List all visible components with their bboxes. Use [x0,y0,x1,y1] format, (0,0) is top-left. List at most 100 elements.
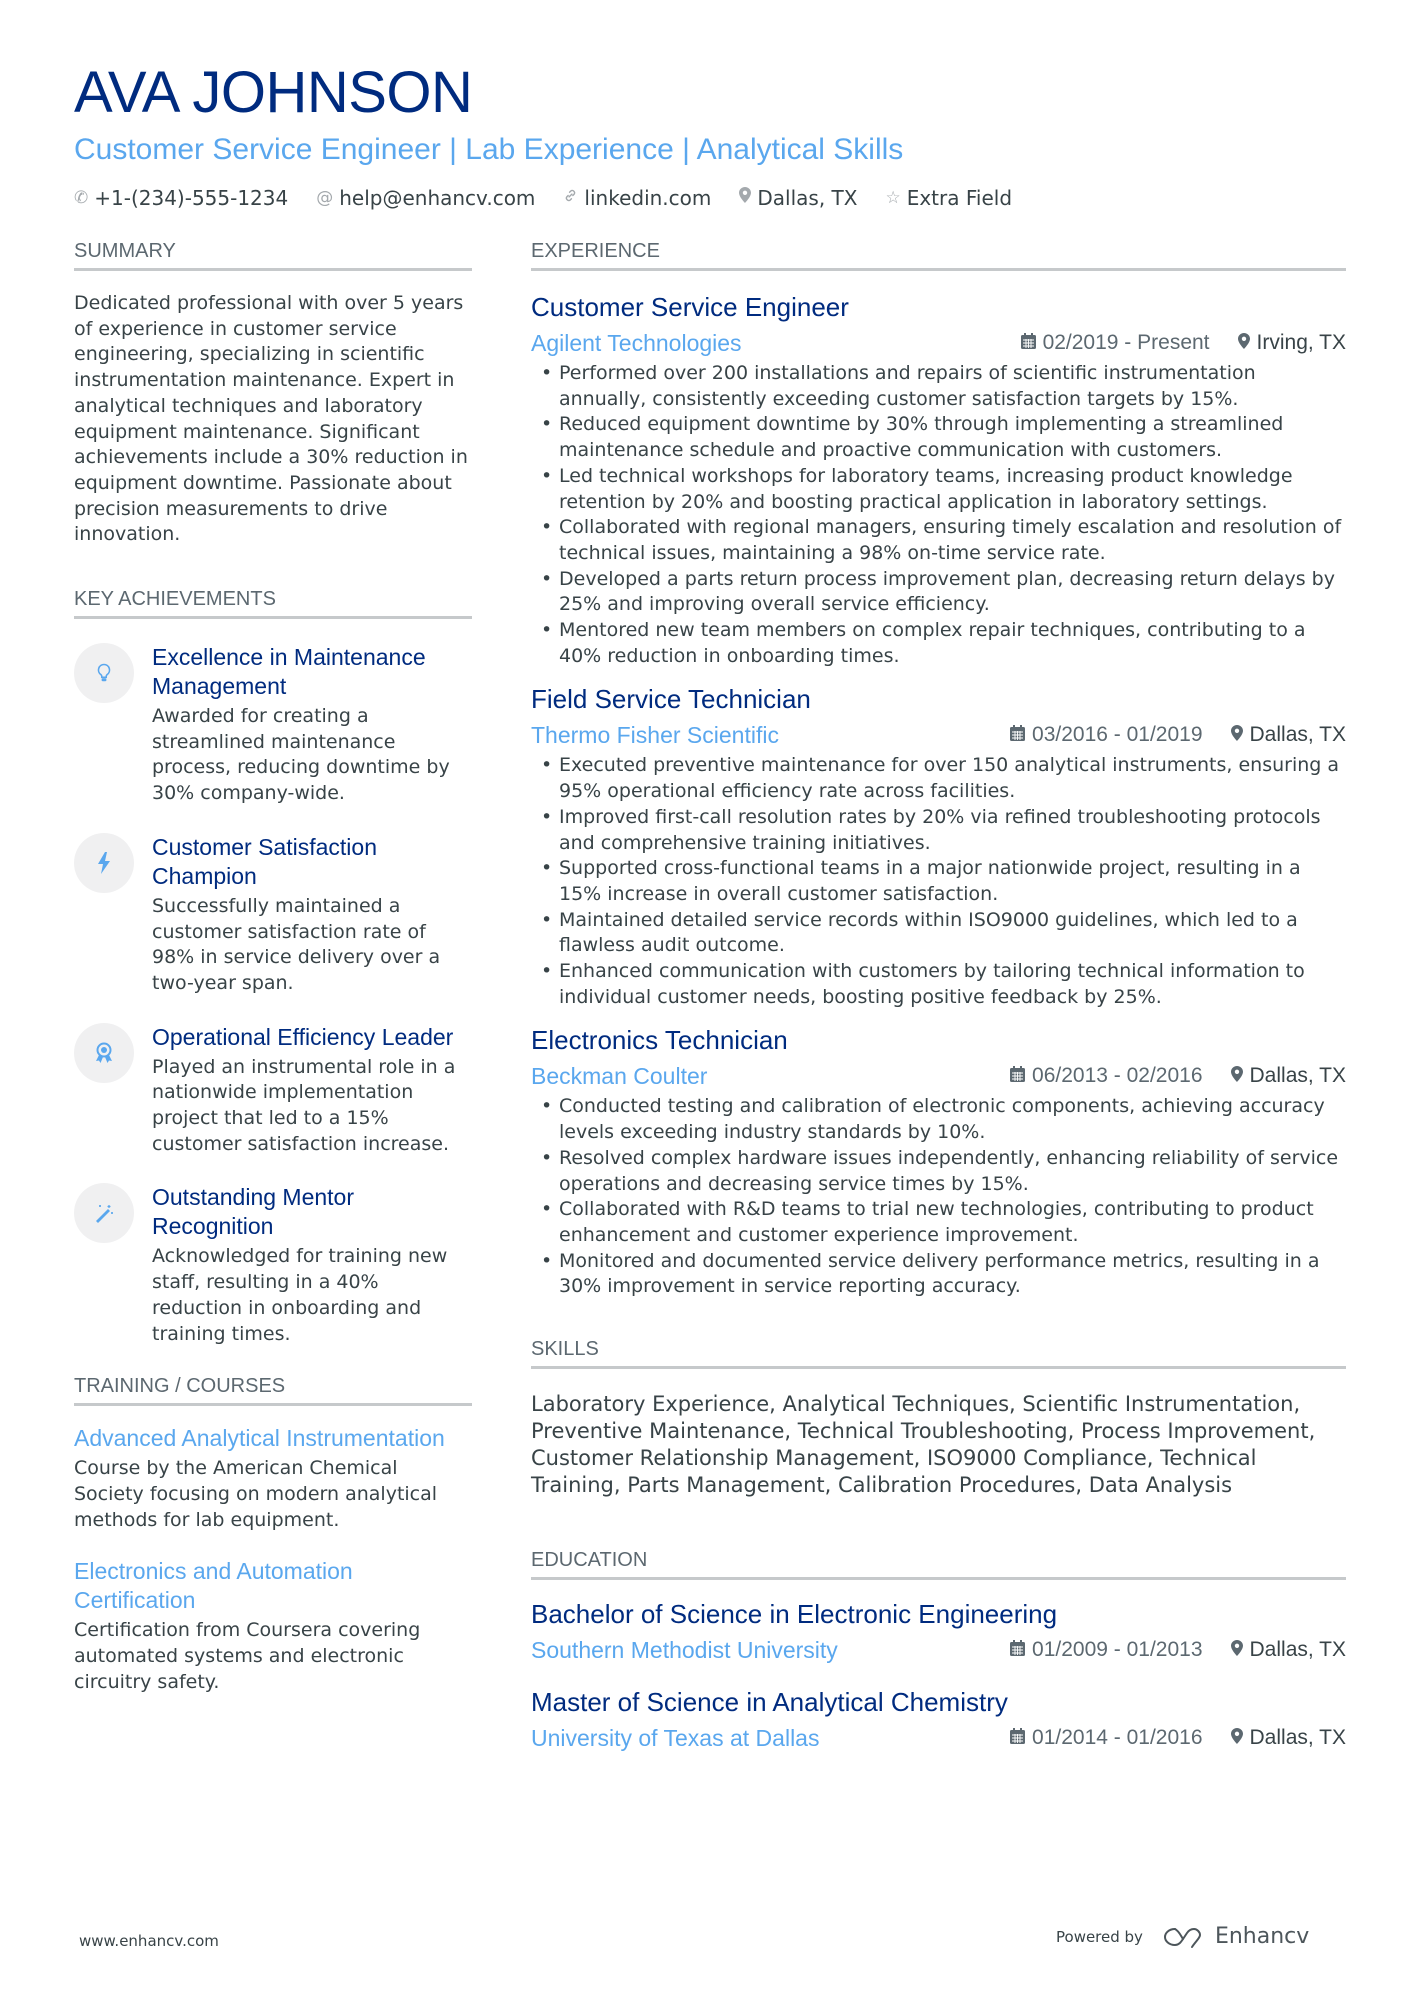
job-bullet: Mentored new team members on complex rep… [531,618,1346,669]
powered-by-label: Powered by [1056,1927,1143,1946]
course-title: Electronics and Automation Certification [74,1558,353,1614]
contact-location-text: Dallas, TX [757,186,858,210]
calendar-icon [1020,332,1036,354]
degree-title: Bachelor of Science in Electronic Engine… [531,1599,1058,1630]
achievements-heading: KEY ACHIEVEMENTS [74,586,472,620]
company-name: Thermo Fisher Scientific [531,722,779,749]
course-title: Advanced Analytical Instrumentation [74,1425,445,1452]
link-icon [563,184,578,212]
contact-linkedin-text: linkedin.com [584,186,712,210]
calendar-icon [1010,724,1026,746]
education-entry: Master of Science in Analytical Chemistr… [531,1684,1346,1754]
job-bullet: Performed over 200 installations and rep… [531,361,1346,412]
job-entry: Electronics Technician Beckman Coulter 0… [531,1022,1346,1300]
calendar-icon [1010,1639,1026,1661]
skills-heading: SKILLS [531,1336,1346,1370]
achievement-title: Operational Efficiency Leader [152,1023,454,1050]
job-bullet: Collaborated with R&D teams to trial new… [531,1197,1346,1248]
education-section: EDUCATION Bachelor of Science in Electro… [531,1547,1346,1754]
job-title: Electronics Technician [531,1025,788,1056]
resume-header: AVA JOHNSON Customer Service Engineer | … [74,58,1346,212]
job-bullet: Executed preventive maintenance for over… [531,753,1346,804]
job-bullet: Led technical workshops for laboratory t… [531,464,1346,515]
course-item: Advanced Analytical Instrumentation Cour… [74,1424,472,1533]
contact-linkedin[interactable]: linkedin.com [563,184,711,212]
job-bullet: Enhanced communication with customers by… [531,959,1346,1010]
education-heading: EDUCATION [531,1547,1346,1581]
education-entry: Bachelor of Science in Electronic Engine… [531,1596,1346,1666]
magic-wand-icon [74,1183,134,1244]
achievement-title: Customer Satisfaction Champion [152,833,377,889]
achievement-desc: Successfully maintained a customer satis… [152,894,441,994]
job-bullet: Conducted testing and calibration of ele… [531,1094,1346,1145]
footer-branding: Powered by Enhancv [1056,1924,1309,1949]
job-location: Irving, TX [1256,331,1346,354]
achievement-desc: Acknowledged for training new staff, res… [152,1245,448,1345]
skills-text: Laboratory Experience, Analytical Techni… [531,1392,1316,1498]
achievement-item: Operational Efficiency Leader Played an … [74,1022,472,1158]
achievement-title: Excellence in Maintenance Management [152,644,426,700]
skills-section: SKILLS Laboratory Experience, Analytical… [531,1336,1346,1499]
candidate-name: AVA JOHNSON [74,60,473,125]
job-bullet: Developed a parts return process improve… [531,567,1346,618]
achievement-item: Customer Satisfaction Champion Successfu… [74,832,472,997]
experience-section: EXPERIENCE Customer Service Engineer Agi… [531,238,1346,1300]
degree-title: Master of Science in Analytical Chemistr… [531,1687,1008,1718]
job-bullets: Performed over 200 installations and rep… [531,361,1346,669]
school-name: University of Texas at Dallas [531,1725,820,1752]
contact-email-text: help@enhancv.com [339,186,536,210]
course-desc: Course by the American Chemical Society … [74,1457,438,1531]
left-column: SUMMARY Dedicated professional with over… [74,238,472,1720]
phone-icon: ✆ [74,188,89,208]
experience-heading: EXPERIENCE [531,238,1346,271]
job-dates: 06/2013 - 02/2016 [1032,1064,1203,1088]
calendar-icon [1010,1065,1026,1087]
job-title: Customer Service Engineer [531,292,849,322]
achievement-item: Outstanding Mentor Recognition Acknowled… [74,1183,472,1347]
education-dates: 01/2009 - 01/2013 [1032,1638,1203,1662]
job-dates: 03/2016 - 01/2019 [1032,723,1203,747]
job-location: Dallas, TX [1249,723,1346,747]
contact-phone[interactable]: ✆ +1-(234)-555-1234 [74,184,288,212]
job-bullet: Reduced equipment downtime by 30% throug… [531,412,1346,463]
award-ribbon-icon [74,1022,134,1083]
job-entry: Field Service Technician Thermo Fisher S… [531,681,1346,1010]
education-location: Dallas, TX [1249,1638,1346,1662]
training-section: TRAINING / COURSES Advanced Analytical I… [74,1373,472,1695]
job-bullet: Monitored and documented service deliver… [531,1249,1346,1300]
achievement-item: Excellence in Maintenance Management Awa… [74,643,472,807]
calendar-icon [1010,1727,1026,1749]
education-dates: 01/2014 - 01/2016 [1032,1726,1203,1750]
course-desc: Certification from Coursera covering aut… [74,1619,421,1693]
achievements-section: KEY ACHIEVEMENTS Excellence in Maintenan… [74,586,472,1347]
summary-text: Dedicated professional with over 5 years… [74,292,468,546]
training-heading: TRAINING / COURSES [74,1373,472,1407]
location-icon [1230,1727,1243,1749]
achievement-desc: Awarded for creating a streamlined maint… [152,705,450,805]
enhancv-logo[interactable]: Enhancv [1161,1924,1309,1949]
course-item: Electronics and Automation Certification… [74,1557,472,1695]
job-location: Dallas, TX [1249,1064,1346,1088]
job-bullet: Supported cross-functional teams in a ma… [531,856,1346,907]
location-icon [1230,1639,1243,1661]
location-icon [739,184,752,212]
job-bullets: Conducted testing and calibration of ele… [531,1094,1346,1300]
achievement-title: Outstanding Mentor Recognition [152,1184,355,1240]
lightning-icon [74,832,134,893]
contact-extra: ☆ Extra Field [885,184,1012,212]
location-icon [1237,332,1250,354]
enhancv-logo-icon [1163,1927,1201,1948]
summary-heading: SUMMARY [74,238,472,271]
contact-email[interactable]: @ help@enhancv.com [316,184,535,212]
education-location: Dallas, TX [1249,1726,1346,1750]
job-bullet: Resolved complex hardware issues indepen… [531,1146,1346,1197]
company-name: Beckman Coulter [531,1063,708,1090]
contact-location: Dallas, TX [739,184,857,212]
footer-website[interactable]: www.enhancv.com [79,1932,219,1950]
contact-phone-text: +1-(234)-555-1234 [94,186,289,210]
job-bullet: Collaborated with regional managers, ens… [531,515,1346,566]
job-dates: 02/2019 - Present [1042,331,1210,354]
job-bullets: Executed preventive maintenance for over… [531,753,1346,1010]
brand-name: Enhancv [1214,1924,1310,1949]
location-icon [1230,724,1243,746]
